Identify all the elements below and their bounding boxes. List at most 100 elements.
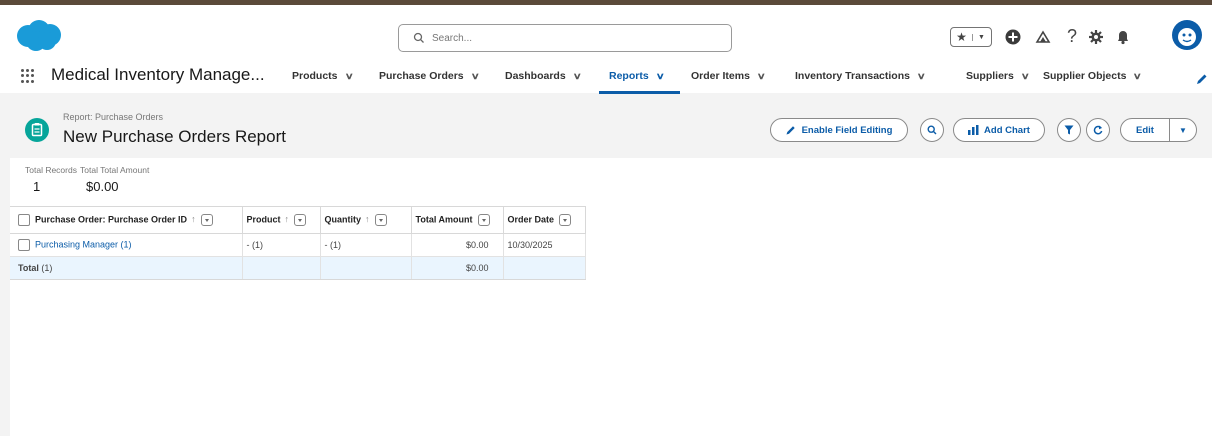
edit-button[interactable]: Edit xyxy=(1120,118,1170,142)
active-tab-indicator xyxy=(599,91,680,94)
tab-label: Dashboards xyxy=(505,70,566,82)
app-launcher-icon[interactable] xyxy=(21,69,35,83)
sort-ascending-icon[interactable]: ↑ xyxy=(285,214,290,224)
column-label: Order Date xyxy=(507,214,555,225)
add-chart-button[interactable]: Add Chart xyxy=(953,118,1045,142)
app-name: Medical Inventory Manage... xyxy=(51,65,265,84)
button-label: Add Chart xyxy=(984,124,1030,136)
search-input[interactable] xyxy=(430,31,714,45)
order-date-cell: 10/30/2025 xyxy=(503,233,586,257)
report-table: Purchase Order: Purchase Order ID ↑ Produ… xyxy=(10,206,586,280)
table-row: Purchasing Manager (1) - (1) - (1) $0.00… xyxy=(10,233,586,257)
tab-label: Order Items xyxy=(691,70,750,82)
column-header-total-amount[interactable]: Total Amount xyxy=(411,206,504,234)
empty-cell xyxy=(320,256,412,280)
total-row: Total (1) $0.00 xyxy=(10,256,586,280)
group-cell: Purchasing Manager (1) xyxy=(10,233,243,257)
tab-label: Suppliers xyxy=(966,70,1014,82)
row-checkbox[interactable] xyxy=(18,239,30,251)
tab-purchase-orders[interactable]: Purchase Orders ∨ xyxy=(379,70,480,82)
chevron-down-icon: ▼ xyxy=(971,33,991,41)
button-label: Enable Field Editing xyxy=(801,124,893,136)
trailhead-button[interactable] xyxy=(1033,27,1053,47)
edit-menu-button[interactable]: ▼ xyxy=(1169,118,1197,142)
tab-inventory-transactions[interactable]: Inventory Transactions ∨ xyxy=(795,70,926,82)
tab-reports[interactable]: Reports ∨ xyxy=(609,70,665,82)
tab-label: Products xyxy=(292,70,338,82)
report-card: Report: Purchase Orders New Purchase Ord… xyxy=(10,98,1212,436)
star-icon: ★ xyxy=(956,30,967,44)
tab-label: Purchase Orders xyxy=(379,70,464,82)
total-label: Total xyxy=(18,263,39,273)
chevron-down-icon[interactable]: ∨ xyxy=(917,71,926,82)
sort-ascending-icon[interactable]: ↑ xyxy=(191,214,196,224)
button-label: Edit xyxy=(1136,124,1154,136)
filter-icon xyxy=(1064,125,1074,135)
global-search[interactable] xyxy=(398,24,732,52)
global-actions-button[interactable] xyxy=(1003,27,1023,47)
app-navigation: Medical Inventory Manage... Products ∨ Pu… xyxy=(0,59,1212,95)
page-title: New Purchase Orders Report xyxy=(63,127,286,146)
column-menu-button[interactable] xyxy=(477,214,490,226)
tab-label: Supplier Objects xyxy=(1043,70,1127,82)
empty-cell xyxy=(503,256,586,280)
chevron-down-icon[interactable]: ∨ xyxy=(1133,71,1142,82)
tab-supplier-objects[interactable]: Supplier Objects ∨ xyxy=(1043,70,1142,82)
column-menu-button[interactable] xyxy=(294,214,307,226)
report-header: Report: Purchase Orders New Purchase Ord… xyxy=(10,98,1212,158)
gear-icon xyxy=(1089,30,1103,44)
tab-label: Reports xyxy=(609,70,649,82)
favorites-button[interactable]: ★ ▼ xyxy=(950,27,992,47)
help-icon[interactable]: ? xyxy=(1062,25,1082,47)
report-summary: Total Records 1 Total Total Amount $0.00 xyxy=(10,158,1212,203)
bell-icon xyxy=(1118,31,1128,45)
chevron-down-icon[interactable]: ∨ xyxy=(757,71,766,82)
salesforce-logo[interactable] xyxy=(14,19,64,53)
group-link[interactable]: Purchasing Manager (1) xyxy=(35,239,132,249)
total-amount-sum-cell: $0.00 xyxy=(411,256,504,280)
total-count: (1) xyxy=(41,263,53,273)
report-type: Report: Purchase Orders xyxy=(63,112,164,122)
column-header-order-date[interactable]: Order Date xyxy=(503,206,586,234)
column-menu-button[interactable] xyxy=(559,214,572,226)
sort-ascending-icon[interactable]: ↑ xyxy=(365,214,370,224)
search-report-button[interactable] xyxy=(920,118,944,142)
column-header-product[interactable]: Product ↑ xyxy=(242,206,321,234)
select-all-checkbox[interactable] xyxy=(18,214,30,226)
filter-button[interactable] xyxy=(1057,118,1081,142)
empty-cell xyxy=(242,256,321,280)
trailhead-icon xyxy=(1035,30,1051,43)
table-header-row: Purchase Order: Purchase Order ID ↑ Produ… xyxy=(10,206,586,234)
total-label-cell: Total (1) xyxy=(10,256,243,280)
edit-nav-pencil-icon[interactable] xyxy=(1196,73,1208,85)
tab-suppliers[interactable]: Suppliers ∨ xyxy=(966,70,1030,82)
report-icon xyxy=(25,118,49,142)
refresh-icon xyxy=(1093,125,1103,135)
user-avatar[interactable] xyxy=(1172,20,1202,50)
chevron-down-icon[interactable]: ∨ xyxy=(655,71,664,82)
tab-products[interactable]: Products ∨ xyxy=(292,70,353,82)
column-label: Purchase Order: Purchase Order ID xyxy=(35,214,188,225)
chart-icon xyxy=(968,125,979,135)
search-icon xyxy=(413,32,424,43)
tab-order-items[interactable]: Order Items ∨ xyxy=(691,70,766,82)
chevron-down-icon[interactable]: ∨ xyxy=(344,71,353,82)
setup-button[interactable] xyxy=(1086,27,1106,47)
tab-dashboards[interactable]: Dashboards ∨ xyxy=(505,70,582,82)
column-menu-button[interactable] xyxy=(374,214,387,226)
total-records-label: Total Records xyxy=(25,165,77,175)
column-header-quantity[interactable]: Quantity ↑ xyxy=(320,206,412,234)
column-label: Product xyxy=(246,214,281,225)
refresh-button[interactable] xyxy=(1086,118,1110,142)
column-header-purchase-order-id[interactable]: Purchase Order: Purchase Order ID ↑ xyxy=(10,206,243,234)
notifications-button[interactable] xyxy=(1113,27,1133,47)
quantity-cell: - (1) xyxy=(320,233,412,257)
chevron-down-icon[interactable]: ∨ xyxy=(470,71,479,82)
column-menu-button[interactable] xyxy=(200,214,213,226)
total-amount-cell: $0.00 xyxy=(411,233,504,257)
total-amount-value: $0.00 xyxy=(86,179,119,194)
total-records-value: 1 xyxy=(33,179,41,194)
chevron-down-icon[interactable]: ∨ xyxy=(572,71,581,82)
chevron-down-icon[interactable]: ∨ xyxy=(1021,71,1030,82)
enable-field-editing-button[interactable]: Enable Field Editing xyxy=(770,118,908,142)
